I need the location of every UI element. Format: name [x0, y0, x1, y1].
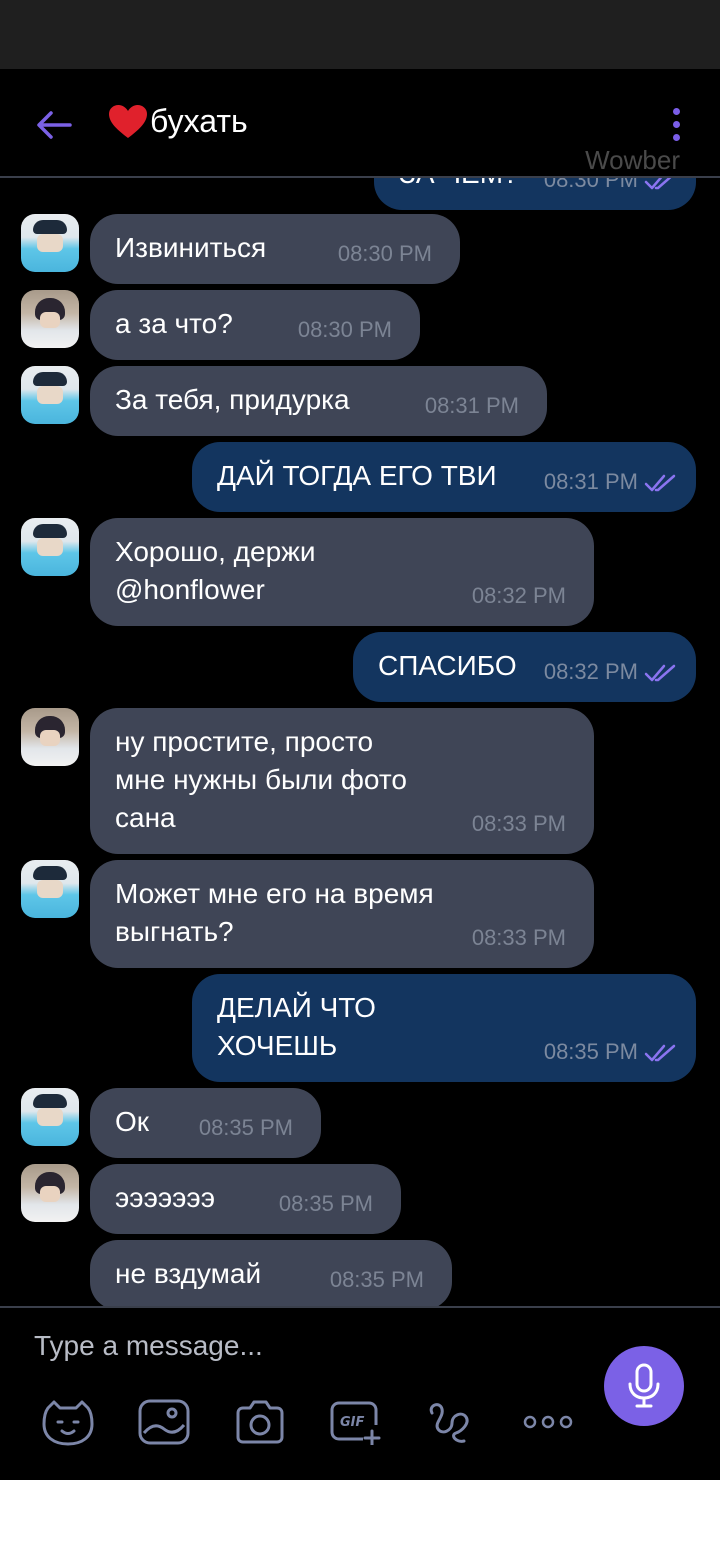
gif-button[interactable]: GIF: [328, 1394, 384, 1450]
message-time: 08:30 PM: [297, 317, 392, 342]
message-text: СПАСИБО: [378, 650, 517, 681]
message-time: 08:35 PM: [198, 1115, 293, 1140]
message-text: ну простите, просто мне нужны были фото …: [115, 726, 407, 833]
outgoing-message[interactable]: СПАСИБО 08:32 PM: [353, 632, 696, 702]
message-time: 08:30 PM: [543, 178, 638, 192]
menu-dot: [672, 107, 680, 115]
microphone-icon: [628, 1363, 660, 1408]
read-receipt-icon: [644, 1044, 676, 1062]
message-time: 08:35 PM: [543, 1039, 638, 1064]
incoming-message[interactable]: не вздумай 08:35 PM: [90, 1240, 452, 1306]
incoming-message[interactable]: ну простите, просто мне нужны были фото …: [90, 708, 594, 854]
menu-dot: [672, 133, 680, 141]
message-time: 08:33 PM: [471, 811, 566, 836]
outgoing-message[interactable]: ЗА ЧЕМ? 08:30 PM: [374, 178, 696, 210]
message-text: За тебя, придурка: [115, 384, 350, 415]
menu-dot: [672, 120, 680, 128]
back-button[interactable]: [30, 101, 78, 149]
chat-title[interactable]: бухать: [108, 103, 248, 140]
incoming-message[interactable]: эээээээ 08:35 PM: [90, 1164, 401, 1234]
heart-icon: [109, 104, 147, 138]
read-receipt-icon: [644, 664, 676, 682]
avatar[interactable]: [21, 366, 79, 424]
message-composer: Type a message... GIF: [0, 1306, 720, 1480]
watermark: Wowber: [585, 145, 680, 175]
status-bar: [0, 0, 720, 69]
message-text: Извиниться: [115, 232, 267, 263]
message-input[interactable]: Type a message...: [34, 1330, 263, 1362]
navigation-bar-area: [0, 1480, 720, 1560]
gif-icon: GIF: [330, 1401, 381, 1445]
back-arrow-icon: [37, 111, 72, 139]
message-text: ДЕЛАЙ ЧТО ХОЧЕШЬ: [217, 992, 376, 1061]
message-text: Ок: [115, 1106, 150, 1137]
camera-icon: [236, 1400, 284, 1444]
camera-button[interactable]: [232, 1394, 288, 1450]
read-receipt-icon: [644, 474, 676, 492]
avatar[interactable]: [21, 518, 79, 576]
message-text: а за что?: [115, 308, 233, 339]
voice-message-button[interactable]: [604, 1346, 684, 1426]
sticker-icon: [42, 1400, 94, 1446]
avatar[interactable]: [21, 1164, 79, 1222]
incoming-message[interactable]: За тебя, придурка 08:31 PM: [90, 366, 547, 436]
message-list[interactable]: ЗА ЧЕМ? 08:30 PM Извиниться 08:30 PM а з…: [0, 178, 720, 1306]
more-icon: [523, 1415, 573, 1429]
doodle-icon: [429, 1403, 469, 1443]
incoming-message[interactable]: Может мне его на время выгнать? 08:33 PM: [90, 860, 594, 968]
message-text: Хорошо, держи @honflower: [115, 536, 316, 605]
message-text: Может мне его на время выгнать?: [115, 878, 434, 947]
message-text: ЗА ЧЕМ?: [399, 178, 519, 193]
overflow-menu-button[interactable]: [656, 99, 696, 149]
message-time: 08:35 PM: [329, 1267, 424, 1292]
message-time: 08:33 PM: [471, 925, 566, 950]
avatar[interactable]: [21, 290, 79, 348]
more-options-button[interactable]: [520, 1394, 576, 1450]
incoming-message[interactable]: Извиниться 08:30 PM: [90, 214, 460, 284]
read-receipt-icon: [644, 178, 672, 190]
svg-text:GIF: GIF: [340, 1415, 365, 1430]
message-time: 08:32 PM: [543, 659, 638, 684]
message-text: эээээээ: [115, 1182, 216, 1213]
incoming-message[interactable]: а за что? 08:30 PM: [90, 290, 420, 360]
avatar[interactable]: [21, 860, 79, 918]
chat-title-text: бухать: [150, 103, 248, 139]
avatar[interactable]: [21, 1088, 79, 1146]
incoming-message[interactable]: Хорошо, держи @honflower 08:32 PM: [90, 518, 594, 626]
avatar[interactable]: [21, 708, 79, 766]
message-time: 08:31 PM: [424, 393, 519, 418]
message-text: не вздумай: [115, 1258, 262, 1289]
incoming-message[interactable]: Ок 08:35 PM: [90, 1088, 321, 1158]
message-text: ДАЙ ТОГДА ЕГО ТВИ: [217, 460, 497, 491]
doodle-button[interactable]: [424, 1394, 480, 1450]
outgoing-message[interactable]: ДАЙ ТОГДА ЕГО ТВИ 08:31 PM: [192, 442, 696, 512]
message-time: 08:35 PM: [278, 1191, 373, 1216]
message-time: 08:31 PM: [543, 469, 638, 494]
sticker-button[interactable]: [40, 1394, 96, 1450]
outgoing-message[interactable]: ДЕЛАЙ ЧТО ХОЧЕШЬ 08:35 PM: [192, 974, 696, 1082]
message-time: 08:30 PM: [337, 241, 432, 266]
avatar[interactable]: [21, 214, 79, 272]
message-time: 08:32 PM: [471, 583, 566, 608]
gallery-button[interactable]: [136, 1394, 192, 1450]
gallery-icon: [138, 1399, 190, 1445]
chat-screen: бухать Wowber ЗА ЧЕМ? 08:30 PM Извинитьс…: [0, 69, 720, 1480]
